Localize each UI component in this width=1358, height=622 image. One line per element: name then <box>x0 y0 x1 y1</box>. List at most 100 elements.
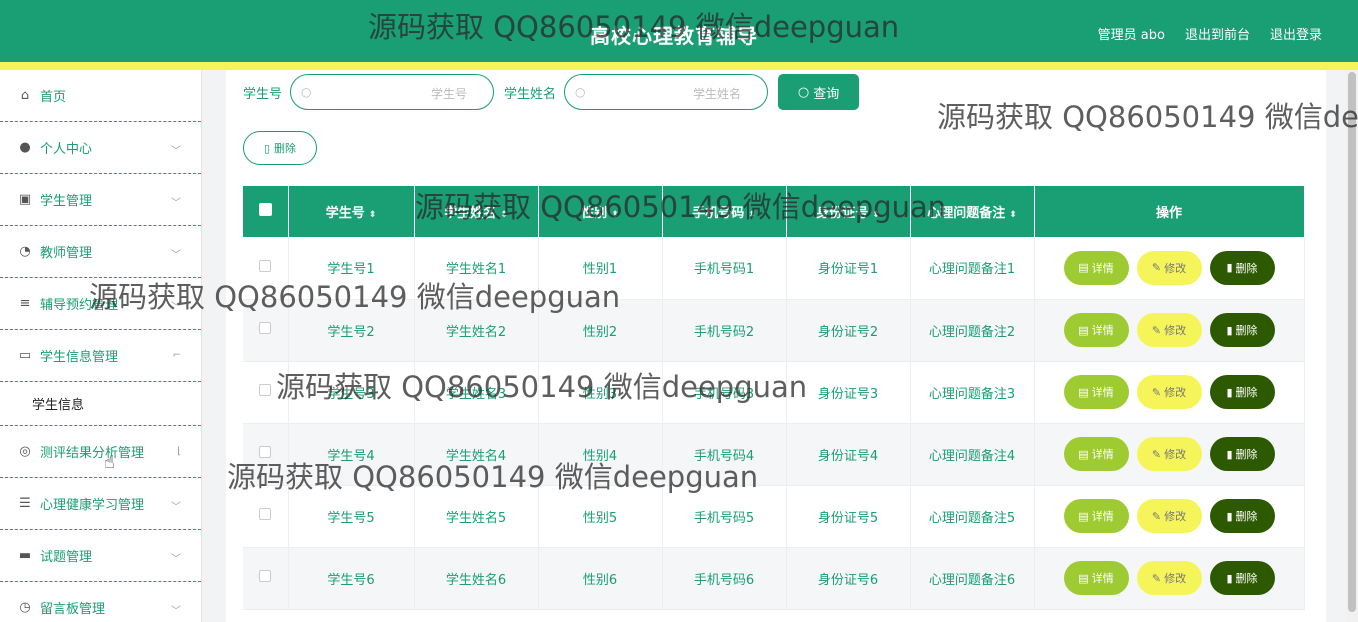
row-select-cell[interactable] <box>243 485 289 548</box>
row-checkbox[interactable] <box>259 322 272 334</box>
detail-button[interactable]: ▤ 详情 <box>1063 375 1129 409</box>
delete-button[interactable]: ▮ 删除 <box>1209 313 1275 347</box>
row-select-cell[interactable] <box>243 423 289 486</box>
sort-icon[interactable]: ⬍ <box>1009 210 1017 220</box>
actions-cell: ▤ 详情 ✎ 修改 ▮ 删除 <box>1034 361 1305 424</box>
sidebar-subitem-student-info[interactable]: 学生信息 <box>0 382 201 426</box>
trash-icon: ▮ <box>1226 385 1233 399</box>
sidebar-item-messages[interactable]: ◷ 留言板管理 ﹀ <box>0 582 201 622</box>
batch-delete-button[interactable]: ▯ 删除 <box>243 131 317 165</box>
student-no-input[interactable]: ○ 学生号 <box>290 74 495 110</box>
top-links: 管理员 abo 退出到前台 退出登录 <box>1098 24 1322 43</box>
sort-icon[interactable]: ⬍ <box>872 210 880 220</box>
column-header[interactable]: 学生号 ⬍ <box>288 186 415 237</box>
table-cell: 手机号码1 <box>662 237 787 300</box>
detail-button[interactable]: ▤ 详情 <box>1063 499 1129 533</box>
sidebar-item-students[interactable]: ▣ 学生管理 ﹀ <box>0 174 201 226</box>
delete-button[interactable]: ▮ 删除 <box>1209 250 1275 285</box>
column-header[interactable]: 学生姓名 ⬍ <box>414 186 539 237</box>
gauge-icon: ◔ <box>19 244 31 259</box>
search-icon: ○ <box>301 85 312 99</box>
actions-cell: ▤ 详情 ✎ 修改 ▮ 删除 <box>1034 423 1305 486</box>
sort-icon[interactable]: ⬍ <box>369 210 377 220</box>
select-all-cell[interactable] <box>243 186 289 237</box>
select-all-checkbox[interactable] <box>258 203 272 216</box>
header-accent-bar <box>0 62 1358 70</box>
sidebar: ⌂ 首页 ● 个人中心 ﹀ ▣ 学生管理 ﹀ ◔ 教师管理 ﹀ ≡ 辅导预约管理… <box>0 70 202 622</box>
edit-button[interactable]: ✎ 修改 <box>1136 561 1202 595</box>
sidebar-item-appointments[interactable]: ≡ 辅导预约管理 ﹀ <box>0 278 201 330</box>
sidebar-item-home[interactable]: ⌂ 首页 <box>0 70 201 122</box>
detail-button[interactable]: ▤ 详情 <box>1063 437 1129 471</box>
chevron-up-icon: ⌐ <box>172 349 181 361</box>
chevron-down-icon: ﹀ <box>171 197 181 209</box>
doc-icon: ▤ <box>1078 261 1089 275</box>
edit-button[interactable]: ✎ 修改 <box>1136 437 1202 471</box>
chevron-down-icon: ﹀ <box>171 501 181 513</box>
detail-button[interactable]: ▤ 详情 <box>1063 313 1129 347</box>
delete-button[interactable]: ▮ 删除 <box>1209 375 1275 409</box>
circle-icon: ◎ <box>19 444 31 459</box>
detail-button[interactable]: ▤ 详情 <box>1063 561 1129 595</box>
pencil-icon: ✎ <box>1151 385 1162 399</box>
admin-user-label: 管理员 abo <box>1097 28 1165 43</box>
edit-button[interactable]: ✎ 修改 <box>1136 375 1202 409</box>
sidebar-item-student-info[interactable]: ▭ 学生信息管理 ⌐ <box>0 330 201 382</box>
main-content: 学生号 ○ 学生号 学生姓名 ○ 学生姓名 ○ 查询 ▯ 删除 学生号 ⬍ 学生姓… <box>226 70 1326 622</box>
delete-button[interactable]: ▮ 删除 <box>1209 499 1275 533</box>
row-checkbox[interactable] <box>259 508 272 520</box>
sidebar-item-teachers[interactable]: ◔ 教师管理 ﹀ <box>0 226 201 278</box>
column-header[interactable]: 心理问题备注 ⬍ <box>910 186 1035 237</box>
row-select-cell[interactable] <box>243 237 289 300</box>
edit-button[interactable]: ✎ 修改 <box>1136 313 1202 347</box>
row-checkbox[interactable] <box>259 384 272 396</box>
chevron-down-icon: ﹀ <box>171 301 181 313</box>
row-select-cell[interactable] <box>243 361 289 424</box>
row-checkbox[interactable] <box>259 570 272 582</box>
table-cell: 手机号码5 <box>662 485 787 548</box>
row-select-cell[interactable] <box>243 547 289 610</box>
sort-icon[interactable]: ⬍ <box>748 210 756 220</box>
student-table: 学生号 ⬍ 学生姓名 ⬍ 性别 ⬍ 手机号码 ⬍ 身份证号 ⬍ 心理问题备注 ⬍ 操作 学生… <box>243 186 1305 610</box>
column-header[interactable]: 手机号码 ⬍ <box>662 186 787 237</box>
table-cell: 身份证号2 <box>786 299 911 362</box>
table-row: 学生号3 学生姓名3 性别3 手机号码3 身份证号3 心理问题备注3 ▤ 详情 ✎ 修改 ▮ 删除 <box>243 361 1305 424</box>
clock-icon: ◷ <box>19 600 31 615</box>
detail-button[interactable]: ▤ 详情 <box>1063 250 1129 285</box>
column-header[interactable]: 性别 ⬍ <box>538 186 663 237</box>
table-cell: 心理问题备注4 <box>910 423 1035 486</box>
logout-link[interactable]: 退出登录 <box>1270 24 1322 43</box>
table-cell: 性别2 <box>538 299 663 362</box>
table-cell: 学生姓名2 <box>414 299 539 362</box>
edit-button[interactable]: ✎ 修改 <box>1136 499 1202 533</box>
table-cell: 身份证号3 <box>786 361 911 424</box>
row-checkbox[interactable] <box>259 446 272 458</box>
table-cell: 学生号1 <box>288 237 415 300</box>
sidebar-item-label: 留言板管理 <box>40 602 106 617</box>
scrollbar-thumb[interactable] <box>1348 72 1356 612</box>
table-cell: 学生姓名3 <box>414 361 539 424</box>
actions-cell: ▤ 详情 ✎ 修改 ▮ 删除 <box>1034 237 1305 300</box>
sidebar-item-assessment[interactable]: ◎ 测评结果分析管理 ⌊ <box>0 426 201 478</box>
actions-cell: ▤ 详情 ✎ 修改 ▮ 删除 <box>1034 547 1305 610</box>
delete-button[interactable]: ▮ 删除 <box>1209 437 1275 471</box>
sort-icon[interactable]: ⬍ <box>611 210 619 220</box>
doc-icon: ▤ <box>1078 509 1089 523</box>
to-front-link[interactable]: 退出到前台 <box>1185 24 1250 43</box>
sort-icon[interactable]: ⬍ <box>500 210 508 220</box>
column-header[interactable]: 身份证号 ⬍ <box>786 186 911 237</box>
sidebar-item-questions[interactable]: ▬ 试题管理 ﹀ <box>0 530 201 582</box>
student-name-input[interactable]: ○ 学生姓名 <box>564 74 769 110</box>
row-checkbox[interactable] <box>259 259 272 272</box>
pencil-icon: ✎ <box>1151 447 1162 461</box>
table-cell: 手机号码6 <box>662 547 787 610</box>
chevron-icon: ⌊ <box>177 445 181 457</box>
edit-button[interactable]: ✎ 修改 <box>1136 250 1202 285</box>
table-cell: 性别4 <box>538 423 663 486</box>
delete-button[interactable]: ▮ 删除 <box>1209 561 1275 595</box>
sidebar-item-learning[interactable]: ☰ 心理健康学习管理 ﹀ <box>0 478 201 530</box>
page-scrollbar[interactable] <box>1346 70 1358 622</box>
sidebar-item-profile[interactable]: ● 个人中心 ﹀ <box>0 122 201 174</box>
row-select-cell[interactable] <box>243 299 289 362</box>
query-button[interactable]: ○ 查询 <box>778 74 860 110</box>
